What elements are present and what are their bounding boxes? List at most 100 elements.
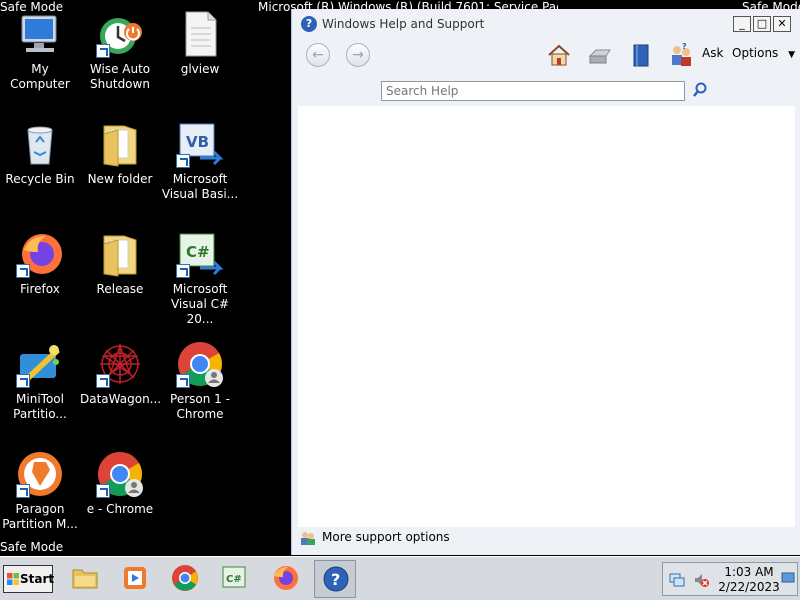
firefox-icon — [274, 566, 298, 590]
help-question-icon: ? — [301, 16, 317, 32]
shortcut-arrow-icon — [96, 484, 110, 498]
desktop-icon-recycle-bin[interactable]: Recycle Bin — [0, 120, 80, 187]
chrome-icon — [176, 340, 224, 388]
desktop-icon-wise-auto-shutdown[interactable]: Wise Auto Shutdown — [80, 10, 160, 92]
search-input[interactable] — [382, 82, 680, 99]
home-icon — [548, 44, 570, 66]
search-button[interactable] — [691, 81, 709, 99]
taskbar-visual-csharp[interactable]: C# — [214, 560, 256, 598]
ask-people-icon: ? — [672, 42, 691, 66]
options-label: Options — [732, 46, 779, 60]
shortcut-arrow-icon — [16, 484, 30, 498]
dropdown-arrow-icon: ▼ — [788, 50, 796, 60]
taskbar-file-explorer[interactable] — [64, 560, 106, 598]
print-button[interactable] — [586, 42, 612, 68]
desktop-icon-label: MiniTool Partitio... — [13, 392, 67, 421]
show-desktop-icon[interactable] — [781, 571, 795, 585]
desktop-icon-visual-basic[interactable]: VB Microsoft Visual Basi... — [160, 120, 240, 202]
windows-flag-icon — [7, 573, 19, 585]
window-title: Windows Help and Support — [322, 17, 485, 31]
system-tray: 1:03 AM 2/22/2023 — [662, 562, 798, 596]
desktop-icon-e-chrome[interactable]: e - Chrome — [80, 450, 160, 517]
ask-label[interactable]: Ask — [702, 46, 723, 60]
more-support-options-link[interactable]: More support options — [300, 530, 450, 545]
window-title-bar[interactable]: ? Windows Help and Support _ □ ✕ — [292, 9, 800, 39]
desktop-icon-firefox[interactable]: Firefox — [0, 230, 80, 297]
document-icon — [176, 10, 224, 58]
paragon-icon — [16, 450, 64, 498]
minimize-button[interactable]: _ — [733, 16, 751, 32]
desktop-icon-paragon[interactable]: Paragon Partition M... — [0, 450, 80, 532]
wise-shutdown-icon — [96, 10, 144, 58]
folder-icon — [96, 120, 144, 168]
desktop-icon-visual-csharp[interactable]: C# Microsoft Visual C# 20... — [160, 230, 240, 327]
taskbar-help-and-support[interactable]: ? — [314, 560, 356, 598]
desktop-icon-label: DataWagon... — [80, 392, 162, 406]
maximize-button[interactable]: □ — [753, 16, 771, 32]
svg-text:C#: C# — [186, 243, 210, 261]
computer-icon — [16, 10, 64, 58]
desktop-icon-label: glview — [180, 62, 220, 76]
taskbar-firefox[interactable] — [264, 560, 306, 598]
options-menu[interactable]: Options ▼ — [732, 46, 795, 60]
forward-button[interactable]: → — [346, 43, 370, 67]
desktop-icon-datawagon[interactable]: DataWagon... — [80, 340, 162, 407]
desktop-icon-label: Microsoft Visual Basi... — [161, 172, 239, 201]
home-button[interactable] — [546, 42, 572, 68]
svg-text:VB: VB — [186, 133, 209, 151]
media-player-icon — [124, 567, 146, 589]
ask-button[interactable]: ? — [668, 42, 694, 68]
network-icon[interactable] — [669, 572, 685, 588]
desktop-icon-minitool[interactable]: MiniTool Partitio... — [0, 340, 80, 422]
desktop-icon-label: My Computer — [10, 62, 70, 91]
close-button[interactable]: ✕ — [773, 16, 791, 32]
desktop-icon-label: Release — [96, 282, 144, 296]
shortcut-arrow-icon — [96, 374, 110, 388]
shortcut-arrow-icon — [176, 374, 190, 388]
search-help-field[interactable] — [381, 81, 685, 101]
shortcut-arrow-icon — [16, 374, 30, 388]
taskbar-chrome[interactable] — [164, 560, 206, 598]
chrome-icon — [172, 565, 198, 591]
datawagon-icon — [96, 340, 144, 388]
folder-icon — [96, 230, 144, 278]
help-toolbar: ← → ? Ask Options ▼ — [292, 39, 800, 83]
tray-clock[interactable]: 1:03 AM 2/22/2023 — [717, 565, 781, 595]
start-label: Start — [20, 572, 55, 586]
desktop-icon-my-computer[interactable]: My Computer — [0, 10, 80, 92]
desktop-icon-person1-chrome[interactable]: Person 1 - Chrome — [160, 340, 240, 422]
recycle-bin-icon — [16, 120, 64, 168]
taskbar: Start C# ? 1:03 AM 2/22/2023 — [0, 556, 800, 600]
shortcut-arrow-icon — [16, 264, 30, 278]
visual-csharp-icon: C# — [176, 230, 224, 278]
svg-text:?: ? — [331, 570, 340, 589]
desktop-icon-label: e - Chrome — [86, 502, 154, 516]
desktop-icon-label: Recycle Bin — [5, 172, 75, 186]
safe-mode-label-bottom-left: Safe Mode — [0, 540, 64, 554]
book-icon — [633, 44, 649, 67]
firefox-icon — [16, 230, 64, 278]
minitool-icon — [16, 340, 64, 388]
desktop-icon-new-folder[interactable]: New folder — [80, 120, 160, 187]
browse-help-button[interactable] — [628, 42, 654, 68]
clock-date: 2/22/2023 — [718, 580, 780, 594]
visual-csharp-icon: C# — [222, 566, 246, 588]
help-support-window[interactable]: ? Windows Help and Support _ □ ✕ ← → ? A… — [291, 9, 800, 555]
support-people-icon — [300, 531, 316, 545]
desktop-icon-label: New folder — [87, 172, 153, 186]
desktop-icon-release[interactable]: Release — [80, 230, 160, 297]
desktop-icon-glview[interactable]: glview — [160, 10, 240, 77]
shortcut-arrow-icon — [96, 44, 110, 58]
volume-muted-icon[interactable] — [693, 572, 709, 588]
help-content-pane[interactable] — [298, 106, 795, 527]
desktop-icon-label: Person 1 - Chrome — [170, 392, 230, 421]
support-link-label: More support options — [322, 530, 450, 544]
search-icon — [693, 82, 707, 97]
folder-icon — [72, 569, 98, 589]
help-question-icon: ? — [323, 566, 349, 592]
svg-text:?: ? — [682, 42, 687, 51]
clock-time: 1:03 AM — [724, 565, 774, 579]
back-button[interactable]: ← — [306, 43, 330, 67]
taskbar-media-player[interactable] — [114, 560, 156, 598]
start-button[interactable]: Start — [3, 565, 55, 593]
